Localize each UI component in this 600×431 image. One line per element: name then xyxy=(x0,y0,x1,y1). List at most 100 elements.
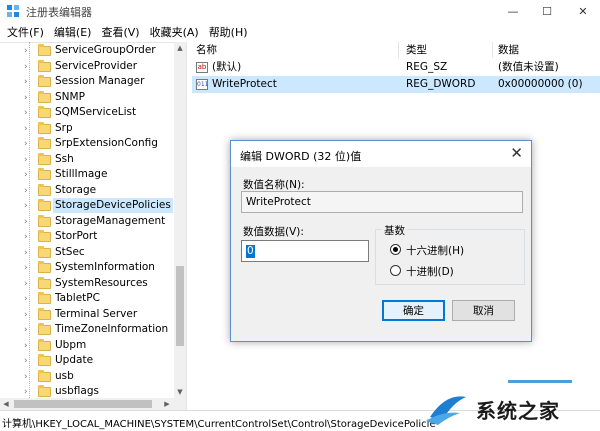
tree-item[interactable]: › ServiceProvider xyxy=(0,59,174,75)
expand-chevron-icon[interactable]: › xyxy=(24,341,32,351)
tree-hscroll-thumb[interactable] xyxy=(14,400,152,408)
ok-button[interactable]: 确定 xyxy=(382,300,445,321)
tree-item[interactable]: › TimeZoneInformation xyxy=(0,322,174,338)
status-path: 计算机\HKEY_LOCAL_MACHINE\SYSTEM\CurrentCon… xyxy=(2,419,436,430)
expand-chevron-icon[interactable]: › xyxy=(24,62,32,72)
column-header-data[interactable]: 数据 xyxy=(494,42,519,58)
tree-item[interactable]: › Update xyxy=(0,353,174,369)
tree-item-label: Ubpm xyxy=(55,338,87,351)
radio-hex-label[interactable]: 十六进制(H) xyxy=(406,243,464,258)
folder-icon xyxy=(38,338,51,351)
tree-item-label: Update xyxy=(55,354,94,366)
folder-icon xyxy=(38,276,51,289)
value-name-label: 数值名称(N): xyxy=(243,179,305,191)
scroll-left-icon[interactable]: ◀ xyxy=(1,399,11,409)
radio-hex[interactable] xyxy=(390,244,401,255)
maximize-button[interactable]: ☐ xyxy=(530,0,564,22)
tree-horizontal-scrollbar[interactable]: ◀ ▶ xyxy=(0,398,186,410)
menu-favorites[interactable]: 收藏夹(A) xyxy=(145,24,204,40)
dialog-close-icon[interactable]: ✕ xyxy=(510,145,523,161)
value-data-field[interactable]: 0 xyxy=(241,240,369,262)
tree-item[interactable]: › SystemResources xyxy=(0,276,174,292)
tree-item[interactable]: › StorageManagement xyxy=(0,214,174,230)
tree-scroll-thumb[interactable] xyxy=(176,266,184,346)
scroll-right-icon[interactable]: ▶ xyxy=(162,399,172,409)
tree-item[interactable]: › Ssh xyxy=(0,152,174,168)
tree-item[interactable]: › Srp xyxy=(0,121,174,137)
expand-chevron-icon[interactable]: › xyxy=(24,310,32,320)
tree-item[interactable]: › ServiceGroupOrder xyxy=(0,43,174,59)
folder-icon xyxy=(38,59,51,72)
value-data: (数值未设置) xyxy=(498,61,559,73)
expand-chevron-icon[interactable]: › xyxy=(24,372,32,382)
tree-item[interactable]: › SQMServiceList xyxy=(0,105,174,121)
menu-help[interactable]: 帮助(H) xyxy=(204,24,253,40)
tree-vertical-scrollbar[interactable]: ▲ ▼ xyxy=(174,42,186,398)
column-header-type[interactable]: 类型 xyxy=(402,42,427,58)
expand-chevron-icon[interactable]: › xyxy=(24,325,32,335)
tree-item[interactable]: › SNMP xyxy=(0,90,174,106)
expand-chevron-icon[interactable]: › xyxy=(24,279,32,289)
menu-edit[interactable]: 编辑(E) xyxy=(49,24,97,40)
expand-chevron-icon[interactable]: › xyxy=(24,77,32,87)
radio-decimal-label[interactable]: 十进制(D) xyxy=(406,264,454,279)
expand-chevron-icon[interactable]: › xyxy=(24,139,32,149)
tree-item-label: StorageDevicePolicies xyxy=(53,198,173,213)
tree-item[interactable]: › Session Manager xyxy=(0,74,174,90)
tree-item[interactable]: › StorageDevicePolicies xyxy=(0,198,174,214)
scroll-up-icon[interactable]: ▲ xyxy=(176,43,184,53)
expand-chevron-icon[interactable]: › xyxy=(24,170,32,180)
tree-item[interactable]: › usbflags xyxy=(0,384,174,398)
tree-item[interactable]: › SrpExtensionConfig xyxy=(0,136,174,152)
cancel-button-label: 取消 xyxy=(473,305,494,317)
expand-chevron-icon[interactable]: › xyxy=(24,294,32,304)
expand-chevron-icon[interactable]: › xyxy=(24,93,32,103)
tree-item[interactable]: › StillImage xyxy=(0,167,174,183)
registry-editor-icon xyxy=(7,5,19,17)
expand-chevron-icon[interactable]: › xyxy=(24,108,32,118)
tree-item[interactable]: › TabletPC xyxy=(0,291,174,307)
minimize-button[interactable]: — xyxy=(496,0,530,22)
column-header-name[interactable]: 名称 xyxy=(192,42,217,58)
menu-view[interactable]: 查看(V) xyxy=(96,24,144,40)
tree-item[interactable]: › StorPort xyxy=(0,229,174,245)
folder-icon xyxy=(38,137,51,149)
expand-chevron-icon[interactable]: › xyxy=(24,186,32,196)
expand-chevron-icon[interactable]: › xyxy=(24,356,32,366)
folder-icon xyxy=(38,152,51,165)
tree-item[interactable]: › Ubpm xyxy=(0,338,174,354)
cancel-button[interactable]: 取消 xyxy=(452,300,515,321)
tree-item[interactable]: › usb xyxy=(0,369,174,385)
expand-chevron-icon[interactable]: › xyxy=(24,248,32,258)
tree-item-label: usb xyxy=(55,369,74,382)
expand-chevron-icon[interactable]: › xyxy=(24,124,32,134)
menu-file[interactable]: 文件(F) xyxy=(2,24,49,40)
expand-chevron-icon[interactable]: › xyxy=(24,263,32,273)
expand-chevron-icon[interactable]: › xyxy=(24,46,32,56)
expand-chevron-icon[interactable]: › xyxy=(24,232,32,242)
value-row-writeprotect[interactable]: 011 WriteProtect REG_DWORD 0x00000000 (0… xyxy=(192,76,600,93)
radio-decimal[interactable] xyxy=(390,265,401,276)
tree-item-label: SQMServiceList xyxy=(55,106,137,118)
tree-item-label: ServiceProvider xyxy=(55,59,138,72)
watermark-text: 系统之家 xyxy=(476,399,560,423)
value-type: REG_SZ xyxy=(406,61,448,73)
value-name-field[interactable]: WriteProtect xyxy=(241,191,523,213)
expand-chevron-icon[interactable]: › xyxy=(24,201,32,211)
close-button[interactable]: ✕ xyxy=(566,0,600,22)
expand-chevron-icon[interactable]: › xyxy=(24,217,32,227)
value-name: WriteProtect xyxy=(212,78,277,90)
expand-chevron-icon[interactable]: › xyxy=(24,155,32,165)
expand-chevron-icon[interactable]: › xyxy=(24,387,32,397)
tree-item[interactable]: › Terminal Server xyxy=(0,307,174,323)
tree-item-label: Ssh xyxy=(55,152,74,165)
scroll-down-icon[interactable]: ▼ xyxy=(176,387,184,397)
tree-item[interactable]: › SystemInformation xyxy=(0,260,174,276)
registry-tree[interactable]: › ServiceGroupOrder › ServiceProvider › Sessi… xyxy=(0,42,186,398)
tree-item[interactable]: › Storage xyxy=(0,183,174,199)
value-row-default[interactable]: ab (默认) REG_SZ (数值未设置) xyxy=(192,59,600,76)
column-separator xyxy=(398,42,399,58)
folder-icon xyxy=(38,230,51,242)
folder-icon xyxy=(38,307,51,320)
tree-item[interactable]: › StSec xyxy=(0,245,174,261)
